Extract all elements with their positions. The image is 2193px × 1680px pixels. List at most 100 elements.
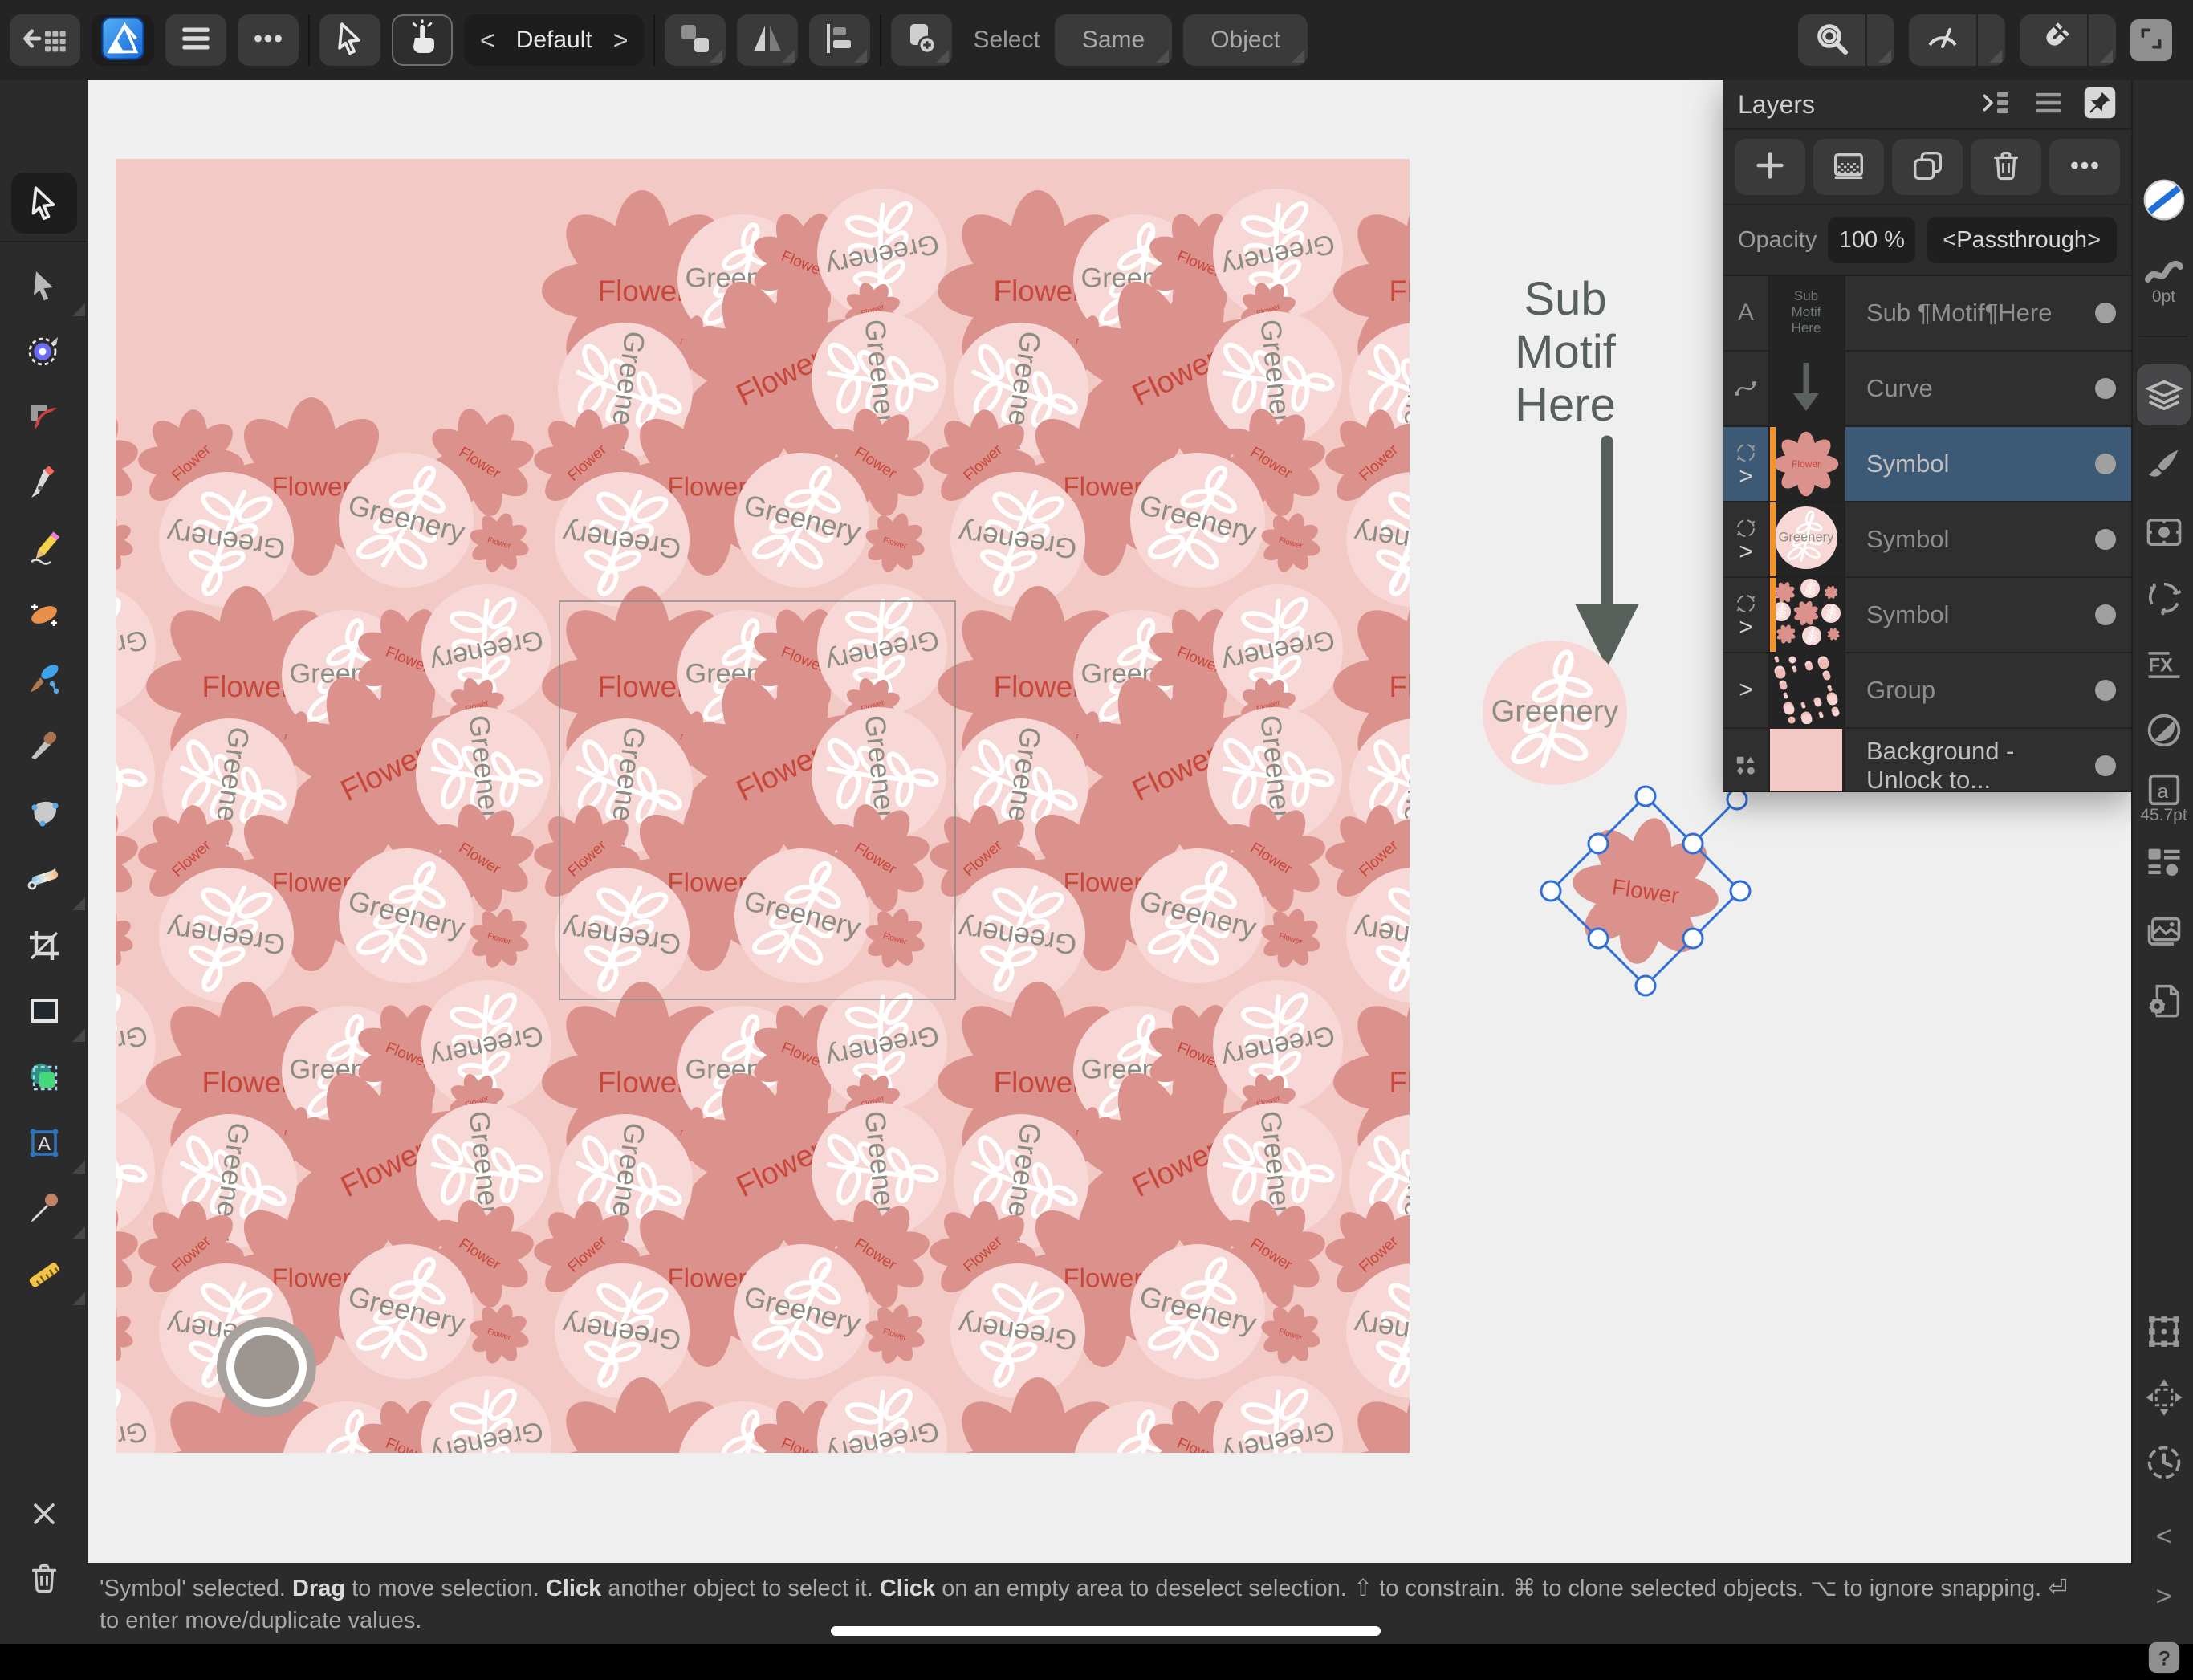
- layer-thumbnail[interactable]: [1770, 729, 1845, 791]
- layer-thumbnail[interactable]: Greenery: [1770, 502, 1845, 576]
- document-canvas[interactable]: FlowerFlowerFlowerFlowerFlowerGreeneryGr…: [116, 159, 1410, 1453]
- crop-tool[interactable]: [0, 915, 88, 979]
- collapse-left-button[interactable]: <: [2133, 1521, 2193, 1552]
- touch-mode-button[interactable]: [392, 14, 453, 66]
- pin-panel-button[interactable]: [2083, 86, 2117, 124]
- delete-button[interactable]: [0, 1548, 88, 1612]
- zoom-control[interactable]: [1798, 14, 1894, 66]
- select-same-button[interactable]: Same: [1055, 14, 1172, 66]
- layer-row[interactable]: Background - Unlock to...: [1723, 729, 2131, 791]
- adjustments-studio-button[interactable]: [2133, 511, 2193, 557]
- preset-selector[interactable]: < Default >: [464, 14, 644, 66]
- insert-target-button[interactable]: [891, 14, 952, 66]
- back-to-documents-button[interactable]: [10, 14, 80, 66]
- brushes-studio-button[interactable]: [2133, 443, 2193, 489]
- opacity-value-field[interactable]: 100 %: [1828, 217, 1915, 263]
- snapping-control[interactable]: [2020, 14, 2116, 66]
- flip-button[interactable]: [737, 14, 798, 66]
- expand-chevron-icon[interactable]: >: [1739, 680, 1753, 701]
- cancel-button[interactable]: [0, 1483, 88, 1548]
- align-button[interactable]: [809, 14, 870, 66]
- document-settings-button[interactable]: [2133, 980, 2193, 1026]
- layer-row[interactable]: > FlowerSymbol: [1723, 427, 2131, 502]
- knife-tool[interactable]: [0, 716, 88, 780]
- pen-tool[interactable]: [0, 453, 88, 517]
- rectangle-tool[interactable]: [0, 981, 88, 1045]
- selected-flower-symbol[interactable]: Flower: [1525, 771, 1766, 1011]
- gradient-tool[interactable]: [0, 849, 88, 913]
- help-button[interactable]: ?: [2133, 1639, 2193, 1680]
- layer-badge[interactable]: A: [1723, 276, 1770, 350]
- view-mode-control[interactable]: [1909, 14, 2005, 66]
- corner-tool[interactable]: [0, 387, 88, 451]
- more-options-button[interactable]: [238, 14, 299, 66]
- expand-chevron-icon[interactable]: >: [1739, 617, 1753, 638]
- layer-row[interactable]: > Group: [1723, 653, 2131, 729]
- layer-row[interactable]: > Symbol: [1723, 578, 2131, 653]
- shape-builder-tool[interactable]: [0, 1047, 88, 1111]
- layer-thumbnail[interactable]: Flower: [1770, 427, 1845, 501]
- layer-name[interactable]: Group: [1845, 653, 2080, 727]
- layer-row[interactable]: >GreenerySymbol: [1723, 502, 2131, 578]
- delete-layer-button[interactable]: [1971, 139, 2041, 195]
- layer-badge[interactable]: [1723, 352, 1770, 425]
- layer-name[interactable]: Sub ¶Motif¶Here: [1845, 276, 2080, 350]
- layer-thumbnail[interactable]: [1770, 578, 1845, 652]
- pointer-mode-button[interactable]: [319, 14, 380, 66]
- menu-button[interactable]: [165, 14, 226, 66]
- paragraph-studio-button[interactable]: [2133, 842, 2193, 888]
- layer-thumbnail[interactable]: SubMotifHere: [1770, 276, 1845, 350]
- fullscreen-button[interactable]: [2130, 19, 2172, 61]
- layer-visibility-toggle[interactable]: [2080, 729, 2131, 791]
- panel-list-options-button[interactable]: [2032, 86, 2065, 124]
- select-object-button[interactable]: Object: [1183, 14, 1308, 66]
- layer-name[interactable]: Background - Unlock to...: [1845, 729, 2080, 791]
- layer-badge[interactable]: >: [1723, 427, 1770, 501]
- layer-badge[interactable]: >: [1723, 578, 1770, 652]
- arrange-studio-button[interactable]: [2133, 1377, 2193, 1422]
- layers-studio-button[interactable]: [2133, 376, 2193, 421]
- layer-visibility-toggle[interactable]: [2080, 653, 2131, 727]
- layer-row[interactable]: ASubMotifHereSub ¶Motif¶Here: [1723, 276, 2131, 352]
- layer-badge[interactable]: [1723, 729, 1770, 791]
- select-tool[interactable]: [0, 173, 88, 237]
- move-inside-button[interactable]: [1980, 86, 2014, 124]
- transform-studio-button[interactable]: [2133, 1311, 2193, 1357]
- layer-visibility-toggle[interactable]: [2080, 352, 2131, 425]
- point-transform-tool[interactable]: [0, 584, 88, 649]
- mask-layer-button[interactable]: [1813, 139, 1884, 195]
- duplicate-layer-button[interactable]: [1892, 139, 1963, 195]
- layer-name[interactable]: Curve: [1845, 352, 2080, 425]
- expand-chevron-icon[interactable]: >: [1739, 466, 1753, 487]
- layer-badge[interactable]: >: [1723, 502, 1770, 576]
- layer-visibility-toggle[interactable]: [2080, 427, 2131, 501]
- layer-visibility-toggle[interactable]: [2080, 578, 2131, 652]
- effects-studio-button[interactable]: FX: [2133, 644, 2193, 689]
- greenery-sub-motif[interactable]: Greenery: [1475, 633, 1635, 793]
- layer-name[interactable]: Symbol: [1845, 578, 2080, 652]
- order-button[interactable]: [665, 14, 726, 66]
- layer-thumbnail[interactable]: [1770, 352, 1845, 425]
- layer-more-button[interactable]: [2049, 139, 2120, 195]
- collapse-right-button[interactable]: >: [2133, 1581, 2193, 1613]
- home-indicator[interactable]: [831, 1626, 1381, 1636]
- layer-visibility-toggle[interactable]: [2080, 502, 2131, 576]
- pencil-tool[interactable]: [0, 519, 88, 583]
- symbols-studio-button[interactable]: [2133, 577, 2193, 623]
- blend-mode-selector[interactable]: < Passthrough >: [1927, 217, 2117, 263]
- layer-name[interactable]: Symbol: [1845, 427, 2080, 501]
- add-layer-button[interactable]: [1735, 139, 1805, 195]
- color-studio-button[interactable]: [2133, 710, 2193, 755]
- ruler-tool[interactable]: [0, 1244, 88, 1308]
- move-tool[interactable]: [0, 255, 88, 319]
- text-tool[interactable]: A: [0, 1113, 88, 1177]
- fill-tool[interactable]: [0, 782, 88, 846]
- stroke-color-swatch[interactable]: [2133, 177, 2193, 227]
- history-studio-button[interactable]: [2133, 1442, 2193, 1487]
- layer-badge[interactable]: >: [1723, 653, 1770, 727]
- sub-motif-annotation[interactable]: SubMotifHere: [1413, 273, 1718, 432]
- app-logo-button[interactable]: [92, 14, 154, 66]
- layer-thumbnail[interactable]: [1770, 653, 1845, 727]
- node-tool[interactable]: [0, 321, 88, 385]
- layer-name[interactable]: Symbol: [1845, 502, 2080, 576]
